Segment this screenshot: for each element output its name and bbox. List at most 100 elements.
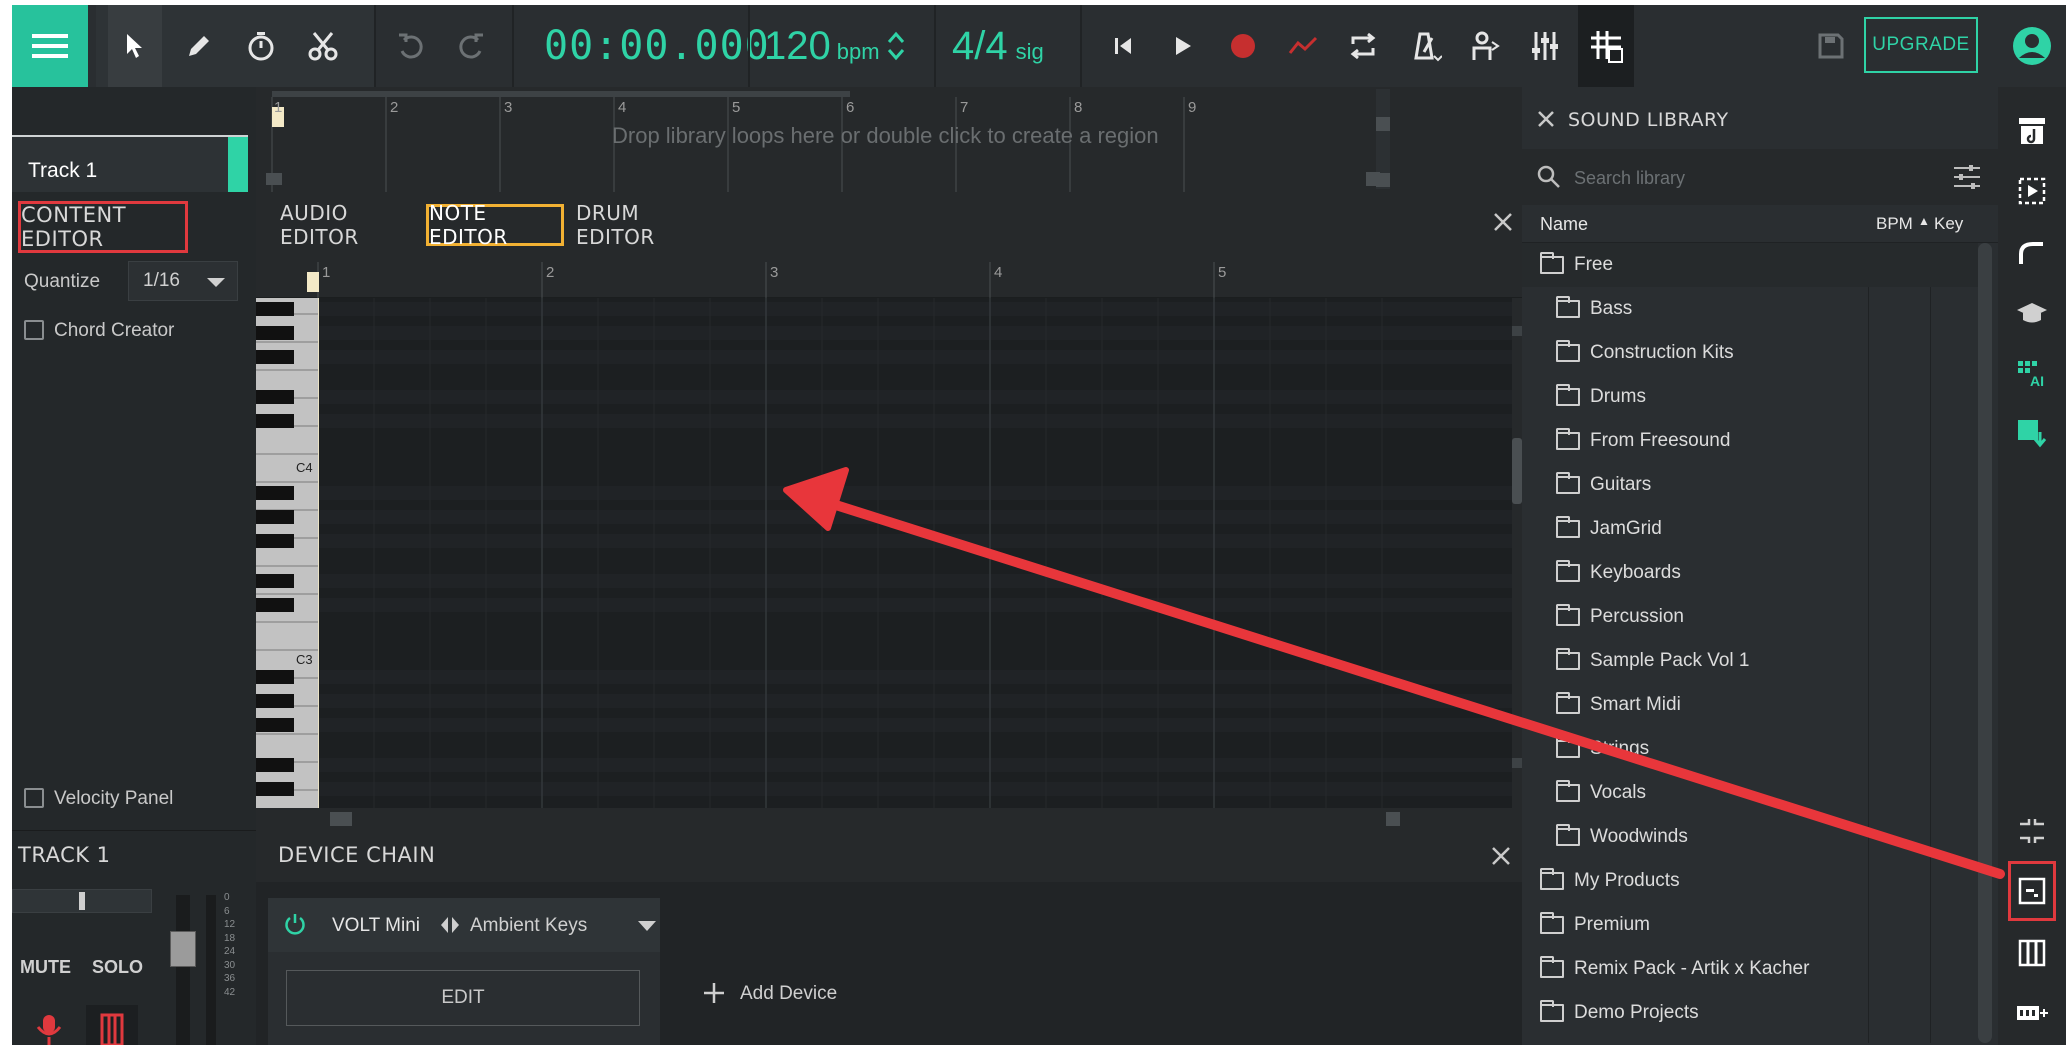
scroll-thumb[interactable] (1512, 438, 1522, 504)
chord-creator-checkbox[interactable] (24, 320, 44, 340)
learn-rail-button[interactable] (1998, 283, 2066, 343)
filter-sliders-icon[interactable] (1952, 163, 1982, 191)
close-device-chain-button[interactable] (1488, 843, 1514, 869)
scroll-handle[interactable] (330, 812, 352, 826)
mic-input-button[interactable] (32, 1011, 66, 1045)
close-library-button[interactable] (1536, 109, 1556, 129)
scroll-handle[interactable] (1386, 812, 1400, 826)
level-meter (206, 895, 216, 1045)
loop-button[interactable] (1338, 5, 1388, 87)
add-device-button[interactable]: Add Device (740, 983, 837, 1005)
library-folder[interactable]: Guitars (1522, 463, 1978, 507)
library-folder[interactable]: Keyboards (1522, 551, 1978, 595)
preset-name[interactable]: Ambient Keys (470, 915, 587, 937)
save-button[interactable] (1810, 5, 1852, 87)
tempo-stepper-icon[interactable] (886, 29, 906, 63)
chevron-down-icon[interactable] (638, 921, 656, 931)
volume-fader-handle[interactable] (170, 931, 196, 967)
library-search-bar[interactable]: Search library (1522, 149, 1998, 205)
folder-icon (1540, 912, 1564, 934)
account-button[interactable] (2002, 5, 2062, 87)
tab-drum-editor[interactable]: DRUM EDITOR (576, 201, 704, 249)
library-folder[interactable]: Free (1522, 243, 1978, 287)
microphone-icon (36, 1015, 62, 1045)
library-folder[interactable]: Smart Midi (1522, 683, 1978, 727)
roll-horizontal-scrollbar[interactable] (256, 808, 1522, 830)
meter-tick: 30 (224, 959, 236, 971)
upgrade-button[interactable]: UPGRADE (1864, 17, 1978, 73)
library-folder[interactable]: Construction Kits (1522, 331, 1978, 375)
play-button[interactable] (1158, 5, 1208, 87)
meter-tick: 18 (224, 932, 236, 944)
midi-input-button[interactable] (86, 1005, 138, 1045)
track-1-header[interactable]: Track 1 (12, 135, 248, 192)
record-button[interactable] (1218, 5, 1268, 87)
library-folder[interactable]: Remix Pack - Artik x Kacher (1522, 947, 1978, 991)
tempo-control[interactable]: 120 bpm (764, 5, 906, 87)
redo-button[interactable] (444, 5, 498, 87)
library-folder[interactable]: From Freesound (1522, 419, 1978, 463)
piano-roll-ruler[interactable]: 1 2 3 4 5 (256, 254, 1522, 298)
pencil-tool-button[interactable] (172, 5, 226, 87)
ai-tools-rail-button[interactable]: AI (1998, 343, 2066, 403)
mute-button[interactable]: MUTE (20, 957, 71, 978)
preset-arrows[interactable] (438, 913, 462, 937)
sample-download-rail-button[interactable] (1998, 403, 2066, 463)
loop-browser-rail-button[interactable] (1998, 161, 2066, 221)
time-display[interactable]: 00:00.000 (544, 5, 770, 87)
library-folder[interactable]: Sample Pack Vol 1 (1522, 639, 1978, 683)
grid-view-button[interactable] (1578, 5, 1634, 87)
library-folder[interactable]: Premium (1522, 903, 1978, 947)
add-device-icon-wrap[interactable] (702, 981, 726, 1005)
velocity-panel-checkbox[interactable] (24, 788, 44, 808)
scroll-handle[interactable] (1512, 326, 1522, 336)
folder-label: Sample Pack Vol 1 (1590, 650, 1750, 671)
library-folder[interactable]: Strings (1522, 727, 1978, 771)
library-folder[interactable]: My Products (1522, 859, 1978, 903)
library-folder[interactable]: Demo Projects (1522, 991, 1978, 1035)
quantize-select[interactable]: 1/16 (128, 261, 238, 301)
scissors-tool-button[interactable] (296, 5, 350, 87)
solo-button[interactable]: SOLO (92, 957, 143, 978)
tab-audio-editor[interactable]: AUDIO EDITOR (280, 201, 414, 249)
scroll-handle[interactable] (1512, 758, 1522, 768)
pan-knob[interactable] (79, 892, 85, 910)
col-bpm-header[interactable]: BPM (1876, 214, 1913, 234)
time-signature-control[interactable]: 4/4 sig (952, 5, 1044, 87)
sound-library-rail-button[interactable] (1998, 101, 2066, 161)
note-grid[interactable] (318, 298, 1514, 808)
tuner-button[interactable] (1458, 5, 1512, 87)
mixer-button[interactable] (1518, 5, 1572, 87)
col-key-header[interactable]: Key (1934, 214, 1963, 234)
hamburger-menu-button[interactable] (12, 5, 88, 87)
library-folder[interactable]: JamGrid (1522, 507, 1978, 551)
library-folder[interactable]: Percussion (1522, 595, 1978, 639)
roll-vertical-scrollbar[interactable] (1512, 298, 1522, 808)
select-tool-button[interactable] (108, 5, 162, 87)
guitar-rail-button[interactable] (1998, 223, 2066, 283)
library-folder[interactable]: Vocals (1522, 771, 1978, 815)
close-editor-button[interactable] (1490, 209, 1516, 235)
library-scrollbar[interactable] (1978, 243, 1992, 1043)
split-view-rail-button[interactable] (1998, 801, 2066, 861)
library-folder[interactable]: Bass (1522, 287, 1978, 331)
svg-text:AI: AI (2030, 373, 2044, 388)
keyboard-rail-button[interactable] (1998, 923, 2066, 983)
timer-tool-button[interactable] (234, 5, 288, 87)
track-color-strip (228, 137, 248, 192)
skip-to-start-button[interactable] (1098, 5, 1148, 87)
metronome-button[interactable] (1398, 5, 1452, 87)
device-power-button[interactable] (282, 911, 308, 937)
automation-button[interactable] (1278, 5, 1328, 87)
search-input[interactable]: Search library (1574, 168, 1685, 189)
tab-note-editor[interactable]: NOTE EDITOR (426, 201, 564, 249)
library-folder[interactable]: Drums (1522, 375, 1978, 419)
volume-fader-track[interactable] (170, 895, 196, 1045)
device-edit-button[interactable]: EDIT (286, 970, 640, 1026)
library-folder[interactable]: Woodwinds (1522, 815, 1978, 859)
undo-button[interactable] (384, 5, 438, 87)
add-track-rail-button[interactable] (1998, 983, 2066, 1043)
col-name-header[interactable]: Name (1540, 214, 1588, 235)
piano-keyboard[interactable]: C4 C3 (256, 298, 318, 808)
pan-slider[interactable] (12, 889, 152, 913)
